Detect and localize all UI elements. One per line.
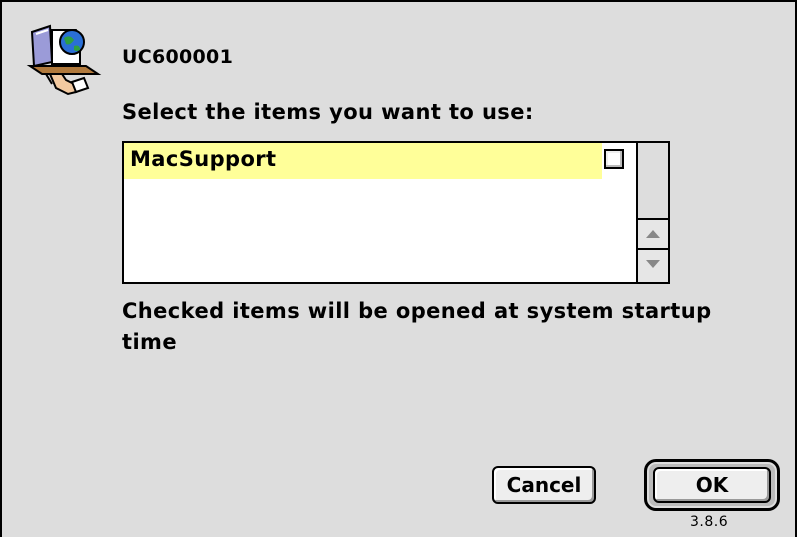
- list-item-label: MacSupport: [130, 147, 277, 171]
- scroll-down-button[interactable]: [638, 248, 668, 282]
- select-items-prompt: Select the items you want to use:: [122, 100, 534, 124]
- ok-button[interactable]: OK: [653, 467, 771, 503]
- chooser-server-icon: [26, 22, 106, 98]
- server-name: UC600001: [122, 46, 234, 68]
- arrow-up-icon: [646, 230, 660, 238]
- server-items-dialog: UC600001 Select the items you want to us…: [0, 0, 797, 537]
- arrow-down-icon: [646, 260, 660, 268]
- startup-checkbox[interactable]: [604, 149, 624, 169]
- vertical-scrollbar[interactable]: [636, 143, 668, 282]
- scroll-up-button[interactable]: [638, 218, 668, 248]
- startup-note: Checked items will be opened at system s…: [122, 299, 712, 354]
- cancel-button[interactable]: Cancel: [492, 466, 596, 504]
- items-list[interactable]: MacSupport: [122, 141, 670, 284]
- scroll-track[interactable]: [638, 143, 668, 218]
- version-label: 3.8.6: [690, 514, 729, 530]
- list-item[interactable]: MacSupport: [124, 143, 602, 179]
